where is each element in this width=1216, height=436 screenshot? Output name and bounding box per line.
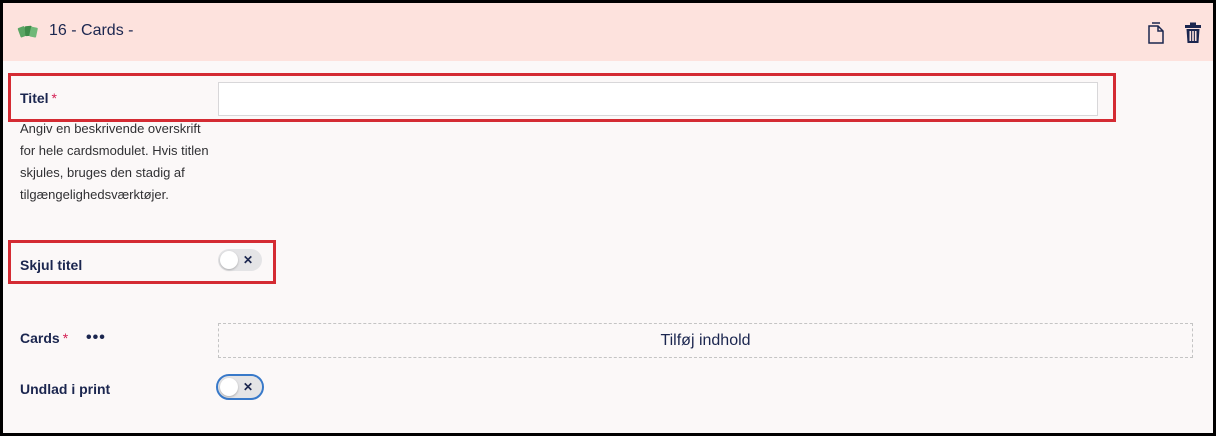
undlad-print-label: Undlad i print [20,381,111,397]
skjul-titel-toggle[interactable]: ✕ [218,249,262,271]
trash-icon[interactable] [1184,22,1202,44]
cards-icon [17,25,38,38]
module-title: 16 - Cards - [49,22,134,39]
titel-label: Titel * [20,90,57,106]
toggle-knob [220,251,238,269]
cards-module-panel: 16 - Cards - Titel * Angiv en beskrivende… [0,0,1216,436]
toggle-knob [220,378,238,396]
copy-icon[interactable] [1146,22,1166,44]
toggle-off-icon: ✕ [243,253,254,267]
skjul-titel-label: Skjul titel [20,257,83,273]
add-content-button[interactable]: Tilføj indhold [218,323,1193,358]
module-header: 16 - Cards - [3,3,1213,61]
cards-more-menu-icon[interactable]: ••• [86,329,106,347]
required-marker: * [62,330,69,346]
toggle-off-icon: ✕ [243,380,254,394]
titel-input[interactable] [218,82,1098,116]
undlad-print-toggle[interactable]: ✕ [216,374,264,400]
cards-label: Cards * [20,330,69,346]
titel-help-text: Angiv en beskrivende overskrift for hele… [20,121,209,202]
required-marker: * [51,90,57,106]
